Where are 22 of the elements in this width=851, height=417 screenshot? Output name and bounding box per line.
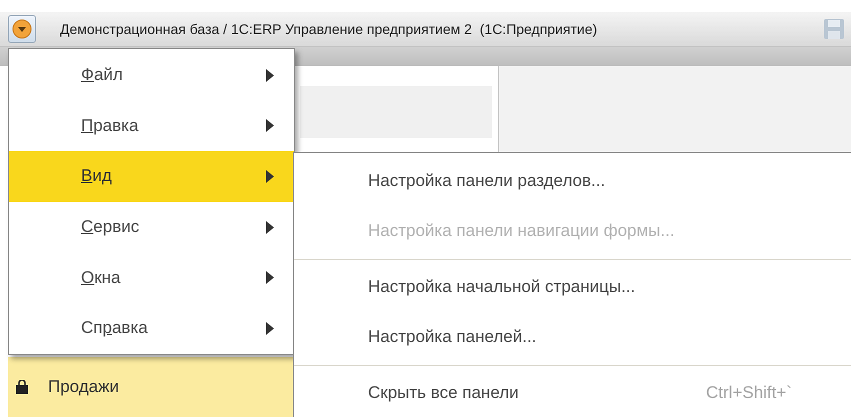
bag-icon xyxy=(16,380,28,394)
menu-item[interactable]: Вид xyxy=(9,151,294,202)
menu-item[interactable]: Справка xyxy=(9,302,294,354)
menu-item[interactable]: Файл xyxy=(9,50,294,101)
menu-item[interactable]: Правка xyxy=(9,100,294,152)
submenu-arrow-icon xyxy=(265,68,274,82)
menu-item[interactable]: Настройка начальной страницы... xyxy=(368,277,706,297)
menu-item[interactable]: Окна xyxy=(9,252,294,303)
menu-item[interactable]: Настройка панели разделов... xyxy=(368,171,706,191)
section-label: Продажи xyxy=(48,377,119,397)
shortcut-label: Ctrl+Shift+` xyxy=(706,383,792,403)
submenu-arrow-icon xyxy=(265,271,274,284)
submenu-arrow-icon xyxy=(265,170,274,183)
menu-item[interactable]: Настройка панелей... xyxy=(368,327,706,347)
submenu-arrow-icon xyxy=(265,322,274,335)
submenu-arrow-icon xyxy=(265,119,274,132)
menu-item[interactable]: Скрыть все панели xyxy=(368,383,706,403)
window-title: Демонстрационная база / 1С:ERP Управление предприятием 2 (1С:Предприятие) xyxy=(60,21,598,37)
main-menu-button[interactable] xyxy=(8,15,36,43)
menu-item[interactable]: Сервис xyxy=(9,202,294,252)
submenu-arrow-icon xyxy=(265,220,274,234)
section-item[interactable]: Продажи xyxy=(8,357,293,417)
